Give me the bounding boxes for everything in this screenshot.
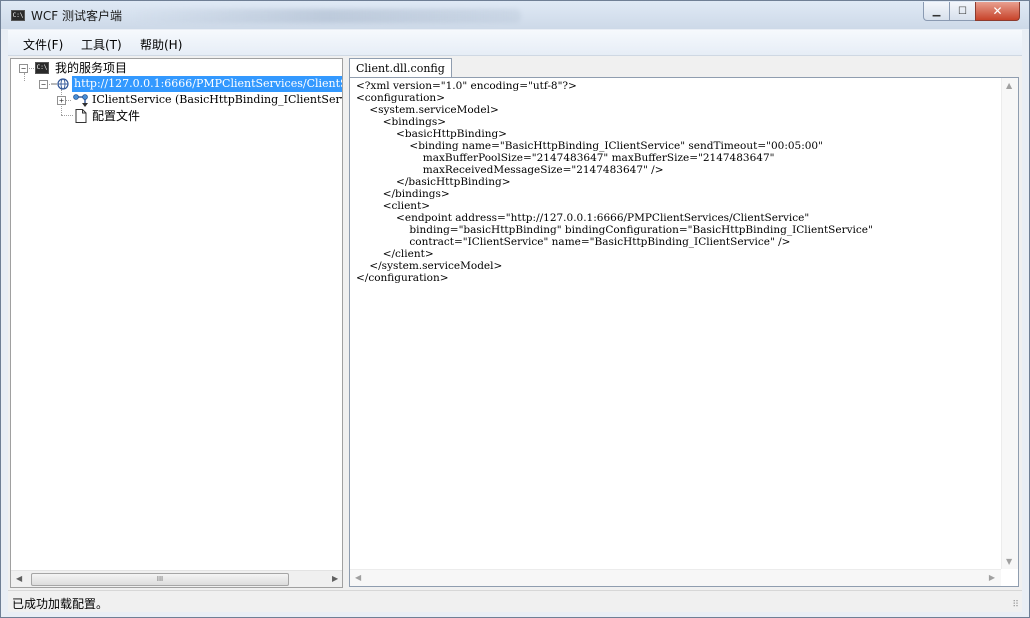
scroll-right-arrow-icon[interactable]: ▶ (989, 573, 995, 582)
config-file-label: 配置文件 (92, 109, 141, 123)
collapse-icon[interactable]: − (39, 80, 48, 89)
tree-root-label: 我的服务项目 (55, 61, 128, 75)
menu-file[interactable]: 文件(F) (23, 36, 63, 53)
window-title: WCF 测试客户端 (31, 9, 122, 23)
minimize-button[interactable]: ▁ (923, 2, 950, 21)
scroll-thumb[interactable]: III (31, 573, 289, 586)
title-bar[interactable]: C:\ WCF 测试客户端 ▁ ☐ ✕ (1, 1, 1029, 29)
file-icon (75, 109, 87, 123)
tree-config-node[interactable]: 配置文件 (11, 108, 211, 124)
console-icon: C:\ (35, 62, 49, 74)
tree-horizontal-scrollbar[interactable]: ◀ III ▶ (11, 570, 342, 587)
xml-editor[interactable]: <?xml version="1.0" encoding="utf-8"?> <… (349, 77, 1019, 587)
service-url-label: http://127.0.0.1:6666/PMPClientServices/… (72, 76, 342, 92)
collapse-icon[interactable]: − (19, 64, 28, 73)
close-button[interactable]: ✕ (975, 2, 1020, 21)
contract-label: IClientService (BasicHttpBinding_IClient… (92, 93, 343, 106)
menu-help[interactable]: 帮助(H) (140, 36, 182, 53)
editor-vertical-scrollbar[interactable]: ▲ ▼ (1001, 78, 1018, 569)
main-window: C:\ WCF 测试客户端 ▁ ☐ ✕ 文件(F) 工具(T) 帮助(H) − … (0, 0, 1030, 618)
tree-root-node[interactable]: − C:\ 我的服务项目 (11, 60, 341, 76)
contract-icon (73, 94, 88, 107)
scroll-left-arrow-icon[interactable]: ◀ (16, 574, 22, 583)
status-text: 已成功加载配置。 (12, 597, 109, 611)
client-area: − C:\ 我的服务项目 − http://127.0.0.1:6666/PMP… (8, 56, 1022, 590)
expand-icon[interactable]: + (57, 96, 66, 105)
menu-tools[interactable]: 工具(T) (81, 36, 122, 53)
scroll-down-arrow-icon[interactable]: ▼ (1006, 557, 1012, 566)
service-tree-pane: − C:\ 我的服务项目 − http://127.0.0.1:6666/PMP… (10, 58, 343, 588)
config-view-pane: Client.dll.config <?xml version="1.0" en… (347, 56, 1022, 590)
menu-bar: 文件(F) 工具(T) 帮助(H) (8, 30, 1022, 56)
scroll-left-arrow-icon[interactable]: ◀ (355, 573, 361, 582)
app-console-icon: C:\ (11, 10, 25, 21)
maximize-button[interactable]: ☐ (949, 2, 976, 21)
tree-contract-node[interactable]: + IClientService (BasicHttpBinding_IClie… (11, 92, 343, 108)
resize-grip-icon[interactable]: ⠿ (1012, 600, 1019, 610)
tree-service-node[interactable]: − http://127.0.0.1:6666/PMPClientService… (11, 76, 342, 92)
blurred-title-region (131, 9, 521, 23)
status-bar: 已成功加载配置。 ⠿ (8, 590, 1022, 612)
xml-content: <?xml version="1.0" encoding="utf-8"?> <… (356, 80, 873, 284)
scroll-up-arrow-icon[interactable]: ▲ (1006, 81, 1012, 90)
globe-icon (51, 78, 69, 90)
scroll-right-arrow-icon[interactable]: ▶ (332, 574, 338, 583)
tab-client-dll-config[interactable]: Client.dll.config (349, 58, 452, 78)
editor-horizontal-scrollbar[interactable]: ◀ ▶ (350, 569, 1001, 586)
